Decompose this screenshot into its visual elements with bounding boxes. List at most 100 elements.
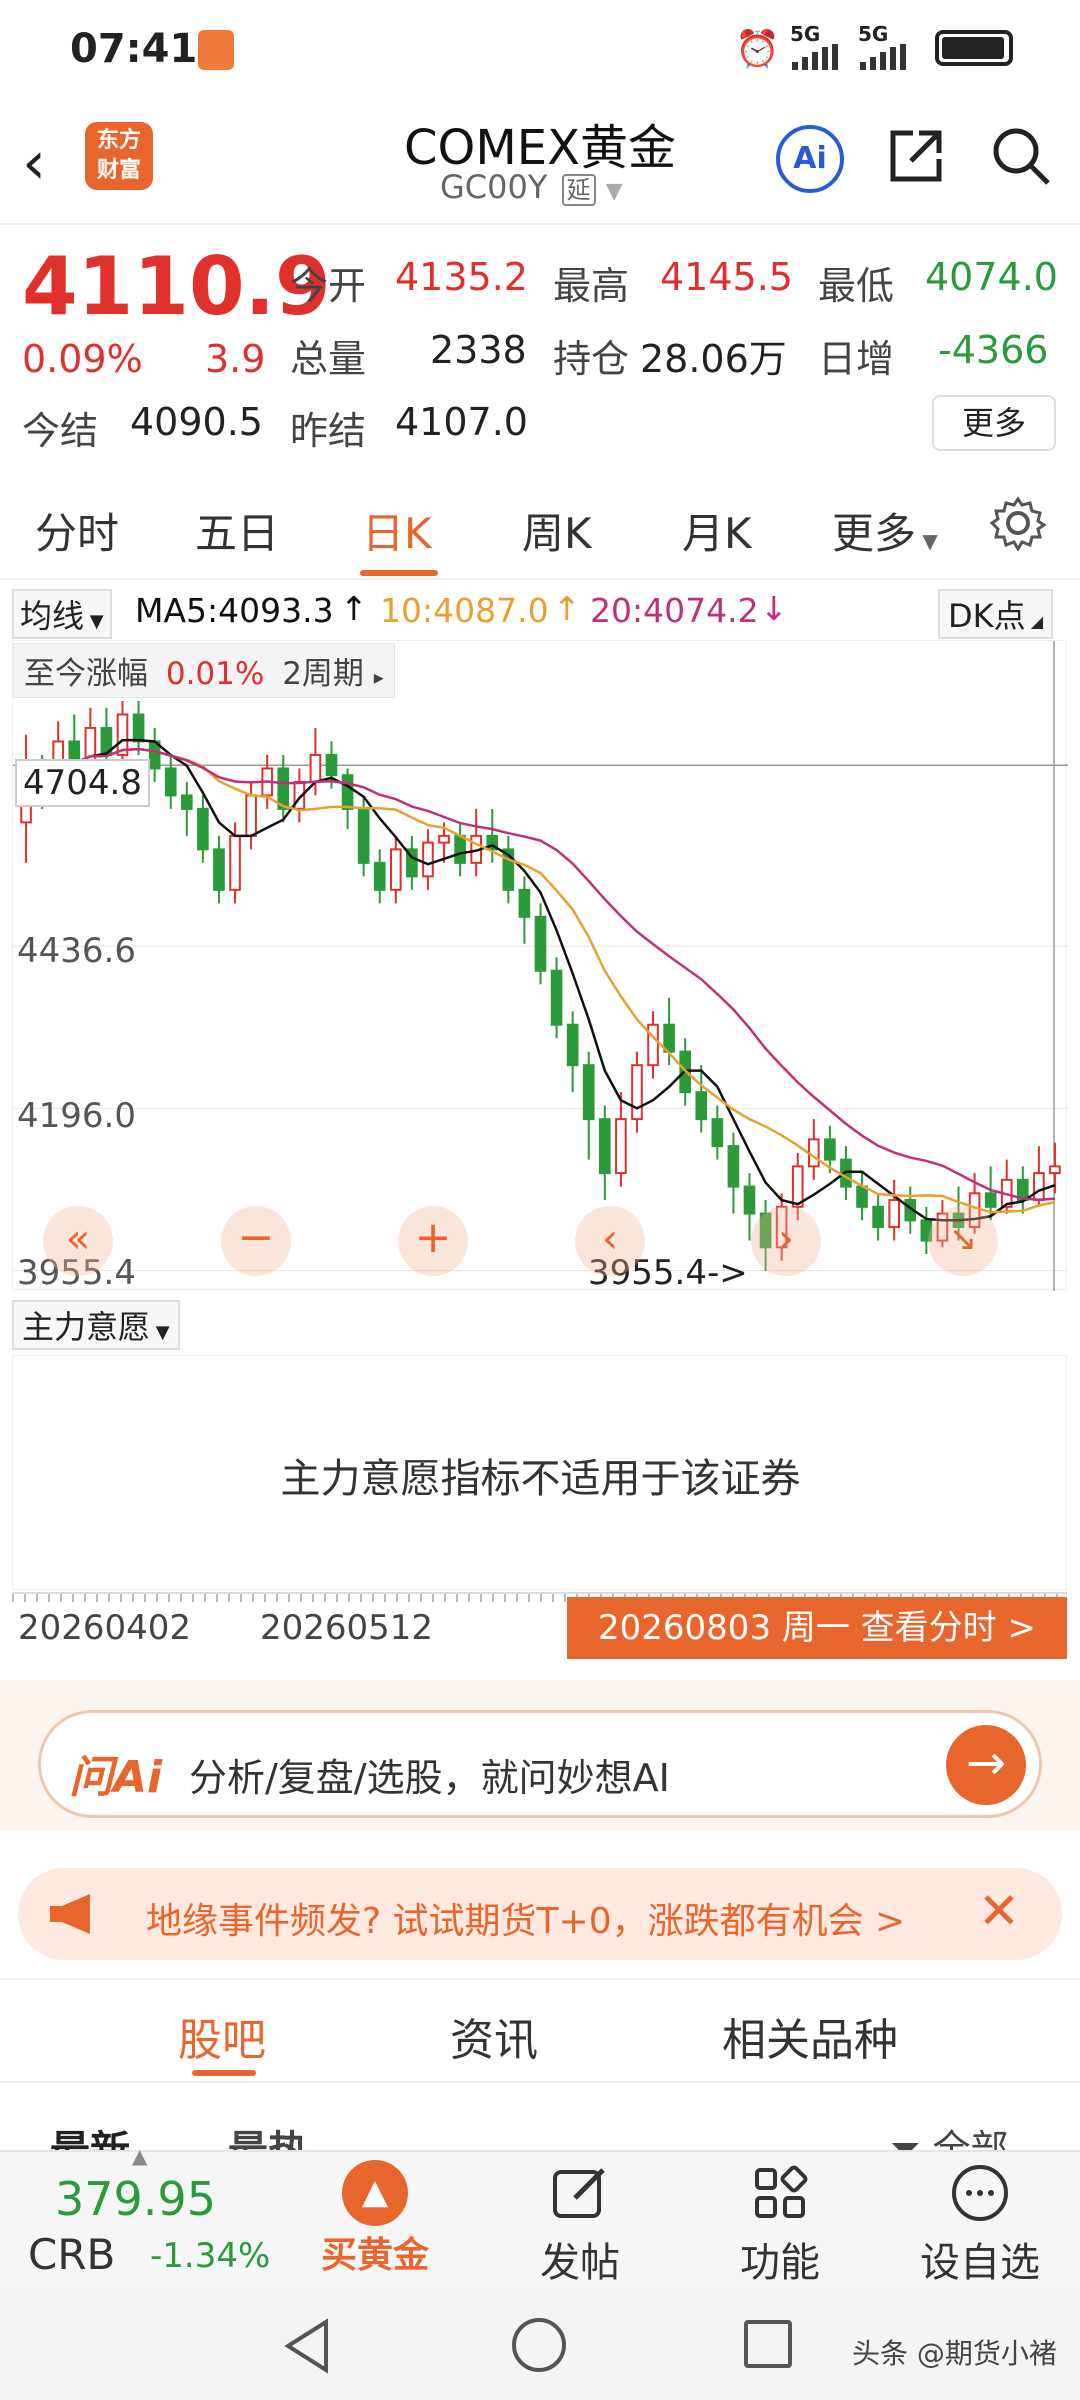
candle-down (518, 888, 531, 918)
reset-button[interactable]: ↘ (928, 1206, 998, 1276)
buy-gold-button[interactable]: ▲ 买黄金 (310, 2160, 440, 2285)
candle-down (197, 807, 209, 851)
indicator-panel: 主力意愿指标不适用于该证券 (12, 1355, 1067, 1590)
content-tabs: 股吧 资讯 相关品种 (0, 1978, 1080, 2083)
add-watchlist-button[interactable]: 设自选 (905, 2160, 1055, 2286)
sort-latest-label: 最新 (50, 2128, 130, 2150)
candle-down (872, 1205, 884, 1229)
signal-icon-2 (858, 44, 910, 70)
dk-point-button[interactable]: DK点 ◢ (938, 589, 1054, 639)
crb-label[interactable]: CRB (28, 2230, 115, 2279)
back-icon[interactable]: ‹ (22, 128, 46, 198)
indicator-selector[interactable]: 主力意愿 ▼ (12, 1300, 180, 1350)
candle-down (357, 807, 370, 864)
back-triangle-icon[interactable] (282, 2318, 332, 2378)
sort-hot[interactable]: 最热 (228, 2118, 308, 2150)
kline-svg (13, 641, 1068, 1291)
range-period: 2周期 (282, 656, 364, 692)
ma20-arrow: ↓ (760, 589, 788, 628)
change-percent: 0.09% (22, 337, 143, 381)
candle-up (647, 1023, 659, 1067)
megaphone-icon (46, 1890, 100, 1942)
candle-down (341, 774, 354, 810)
signal-icon (790, 44, 842, 70)
open-label: 今开 (290, 264, 367, 308)
add-watchlist-label: 设自选 (920, 2240, 1040, 2286)
date-label-2: 20260512 (260, 1608, 434, 1648)
tab-weekly-k[interactable]: 周K (522, 500, 592, 561)
candle-down (695, 1091, 708, 1121)
candle-down (743, 1185, 756, 1215)
instrument-code[interactable]: GC00Y 延 ▼ (440, 168, 623, 206)
zoom-in-button[interactable]: + (398, 1206, 468, 1276)
battery-icon (935, 30, 1013, 66)
tab-minute[interactable]: 分时 (35, 500, 119, 561)
ai-button[interactable]: Ai (776, 125, 844, 193)
oi-label: 持仓 (553, 337, 630, 381)
period-tabs: 分时 五日 日K 周K 月K 更多 ▼ (0, 470, 1080, 580)
tab-related[interactable]: 相关品种 (722, 2004, 898, 2068)
ma10-value: 10:4087.0 (380, 591, 549, 630)
kline-chart[interactable]: 至今涨幅 0.01% 2周期 ▸ 4704.8 4436.6 4196.0 39… (12, 640, 1068, 1293)
candle-down (598, 1118, 611, 1175)
sort-row: 最新 ⌄ 最热 ⏷ 全部 (0, 2100, 1080, 2150)
scroll-left-button[interactable]: ‹ (575, 1206, 645, 1276)
watermark: 头条 @期货小褚 (852, 2337, 1057, 2370)
change-value: 3.9 (205, 337, 266, 381)
tab-more-label: 更多 (832, 509, 917, 558)
recents-square-icon[interactable] (744, 2320, 792, 2368)
ma-legend: 均线 ▼ MA5:4093.3 ↑ 10:4087.0 ↑ 20:4074.2 … (0, 585, 1080, 639)
system-nav-bar: 头条 @期货小褚 (0, 2290, 1080, 2400)
view-minute-chart-button[interactable]: 20260803 周一 查看分时 > (567, 1597, 1067, 1659)
chevron-right-icon: ▸ (373, 665, 384, 689)
ma-selector-label: 均线 (20, 597, 85, 635)
filter-button[interactable]: ⏷ 全部 (890, 2118, 1009, 2150)
zoom-out-button[interactable]: − (221, 1206, 291, 1276)
ma20-value: 20:4074.2 (590, 591, 759, 630)
indicator-label: 主力意愿 (22, 1308, 151, 1346)
search-icon[interactable] (990, 125, 1052, 191)
promo-banner[interactable]: 地缘事件频发? 试试期货T+0，涨跌都有机会 > ✕ (18, 1868, 1062, 1960)
tab-more[interactable]: 更多 ▼ (832, 500, 938, 561)
more-button[interactable]: 更多 (932, 395, 1056, 451)
network-label-1: 5G (790, 22, 821, 46)
ma-selector[interactable]: 均线 ▼ (12, 589, 112, 639)
share-icon[interactable] (885, 125, 947, 191)
y-tick-1: 4436.6 (17, 931, 136, 971)
arrow-right-icon[interactable]: → (946, 1725, 1026, 1805)
close-icon[interactable]: ✕ (978, 1882, 1020, 1940)
scroll-right-button[interactable]: › (751, 1206, 821, 1276)
crb-value[interactable]: 379.95 (55, 2172, 216, 2226)
ai-brand-logo: 问Ai (69, 1752, 163, 1803)
chevron-down-icon: ▼ (150, 1322, 170, 1343)
candle-up (807, 1138, 820, 1168)
open-value: 4135.2 (395, 255, 528, 299)
candle-up (615, 1118, 627, 1175)
status-time: 07:41 (70, 26, 198, 72)
scroll-left-fast-button[interactable]: « (43, 1206, 113, 1276)
delay-badge: 延 (561, 174, 596, 206)
high-label: 最高 (553, 264, 630, 308)
home-circle-icon[interactable] (512, 2318, 566, 2372)
tab-forum[interactable]: 股吧 (178, 2004, 266, 2068)
more-circle-icon (952, 2165, 1008, 2221)
code-text: GC00Y (440, 168, 548, 206)
ai-search-bar[interactable]: 问Ai 分析/复盘/选股，就问妙想AI → (38, 1710, 1042, 1818)
functions-button[interactable]: 功能 (715, 2160, 845, 2286)
tab-monthly-k[interactable]: 月K (682, 500, 752, 561)
candle-down (213, 848, 225, 891)
settings-gear-icon[interactable] (989, 495, 1047, 555)
tab-daily-k[interactable]: 日K (362, 500, 432, 561)
tab-five-day[interactable]: 五日 (195, 500, 279, 561)
oi-value: 28.06万 (640, 337, 787, 381)
active-tab-underline (360, 570, 438, 576)
crb-arrow-icon: ▲ (132, 2144, 148, 2168)
low-value: 4074.0 (925, 255, 1058, 299)
ma5-value: MA5:4093.3 (135, 591, 334, 630)
logo-line1: 东方 (96, 128, 141, 153)
tab-news[interactable]: 资讯 (450, 2004, 538, 2068)
candle-up (1033, 1172, 1045, 1202)
dk-label: DK点 (948, 597, 1026, 635)
range-info[interactable]: 至今涨幅 0.01% 2周期 ▸ (13, 643, 395, 698)
post-button[interactable]: 发帖 (515, 2160, 645, 2286)
